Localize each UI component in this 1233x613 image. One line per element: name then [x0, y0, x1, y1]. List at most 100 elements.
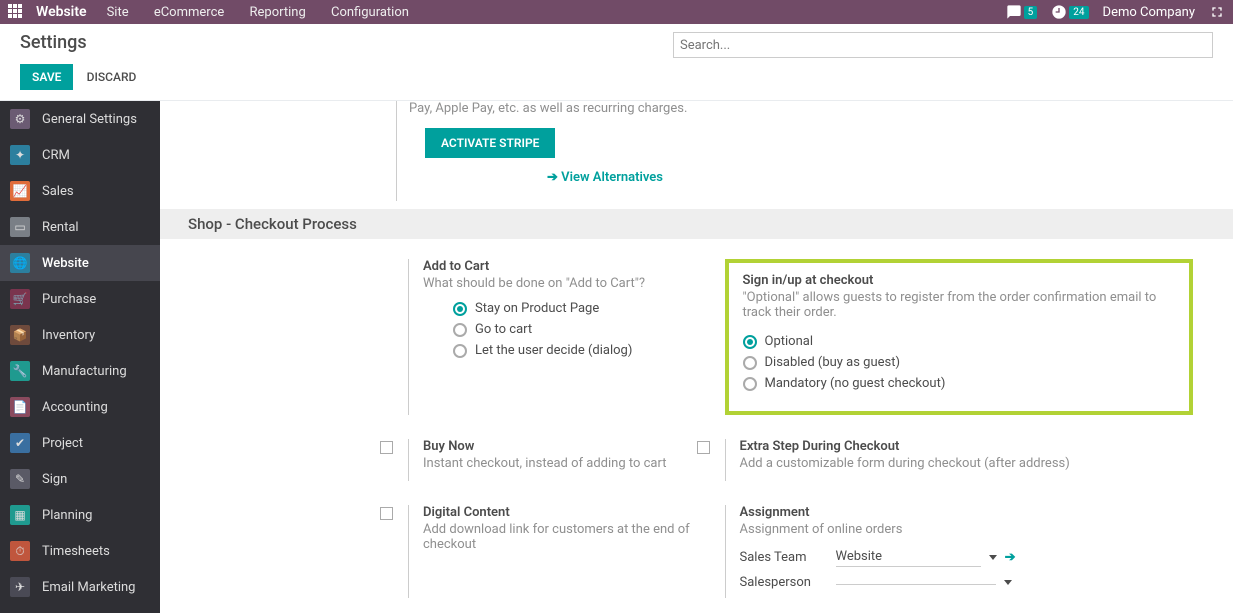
radio-stay[interactable] [453, 302, 467, 316]
chat-icon [1006, 4, 1022, 20]
sidebar-icon: ▭ [10, 217, 30, 237]
sidebar-label: Email Marketing [42, 580, 135, 595]
sales-team-label: Sales Team [740, 550, 836, 565]
activate-stripe-button[interactable]: ACTIVATE STRIPE [425, 128, 555, 158]
expand-icon[interactable] [1209, 4, 1225, 20]
sidebar-icon: 🛒 [10, 289, 30, 309]
extra-step-checkbox[interactable] [697, 441, 710, 454]
caret-down-icon [989, 555, 997, 560]
extra-step-title: Extra Step During Checkout [740, 439, 1214, 454]
sidebar-label: Inventory [42, 328, 95, 343]
save-button[interactable]: SAVE [20, 64, 73, 90]
top-menu: Site eCommerce Reporting Configuration [107, 5, 431, 20]
assignment-sub: Assignment of online orders [740, 522, 1214, 537]
signin-highlight: Sign in/up at checkout "Optional" allows… [725, 259, 1194, 415]
clock-icon [1051, 4, 1067, 20]
sidebar-label: Project [42, 436, 83, 451]
caret-down-icon [1004, 580, 1012, 585]
radio-mandatory[interactable] [743, 377, 757, 391]
add-to-cart-block: Add to Cart What should be done on "Add … [408, 259, 697, 415]
sidebar-item-planning[interactable]: ▦ Planning [0, 497, 160, 533]
sidebar-item-crm[interactable]: ✦ CRM [0, 137, 160, 173]
brand[interactable]: Website [36, 4, 87, 20]
external-link-icon[interactable]: ➔ [1005, 550, 1016, 565]
sidebar-label: Rental [42, 220, 79, 235]
add-to-cart-sub: What should be done on "Add to Cart"? [423, 276, 697, 291]
sidebar-label: Purchase [42, 292, 96, 307]
radio-optional[interactable] [743, 335, 757, 349]
sidebar-item-website[interactable]: 🌐 Website [0, 245, 160, 281]
add-to-cart-title: Add to Cart [423, 259, 697, 274]
buy-now-checkbox[interactable] [380, 441, 393, 454]
sidebar-icon: ✔ [10, 433, 30, 453]
sidebar-icon: ⏱ [10, 541, 30, 561]
extra-step-sub: Add a customizable form during checkout … [740, 456, 1214, 471]
sidebar-icon: ✎ [10, 469, 30, 489]
apps-icon[interactable] [8, 4, 24, 20]
assignment-title: Assignment [740, 505, 1214, 520]
sidebar-icon: ✦ [10, 145, 30, 165]
menu-site[interactable]: Site [107, 5, 129, 20]
topbar: Website Site eCommerce Reporting Configu… [0, 0, 1233, 24]
sidebar-item-accounting[interactable]: 📄 Accounting [0, 389, 160, 425]
digital-title: Digital Content [423, 505, 697, 520]
sidebar-item-events[interactable]: 🎪Events [0, 605, 160, 613]
sidebar-icon: ⚙ [10, 109, 30, 129]
sidebar-label: Accounting [42, 400, 108, 415]
activity-indicator[interactable]: 24 [1051, 4, 1088, 20]
radio-user-decide[interactable] [453, 344, 467, 358]
menu-configuration[interactable]: Configuration [331, 5, 409, 20]
sidebar-item-inventory[interactable]: 📦 Inventory [0, 317, 160, 353]
activity-count: 24 [1069, 6, 1088, 19]
sidebar-icon: 📈 [10, 181, 30, 201]
sidebar-icon: 🔧 [10, 361, 30, 381]
view-alternatives-link[interactable]: ➔ View Alternatives [547, 170, 663, 185]
signin-sub: "Optional" allows guests to register fro… [743, 290, 1176, 320]
menu-reporting[interactable]: Reporting [250, 5, 306, 20]
sidebar-item-manufacturing[interactable]: 🔧Manufacturing [0, 353, 160, 389]
sidebar-icon: 🌐 [10, 253, 30, 273]
sidebar-item-sales[interactable]: 📈 Sales [0, 173, 160, 209]
salesperson-label: Salesperson [740, 575, 836, 590]
sidebar-label: Sales [42, 184, 74, 199]
sidebar-label: Planning [42, 508, 92, 523]
salesperson-select[interactable] [836, 580, 996, 585]
buy-now-sub: Instant checkout, instead of adding to c… [423, 456, 697, 471]
menu-ecommerce[interactable]: eCommerce [154, 5, 224, 20]
sidebar-item-purchase[interactable]: 🛒 Purchase [0, 281, 160, 317]
sales-team-select[interactable]: Website [836, 547, 981, 567]
sidebar-item-project[interactable]: ✔ Project [0, 425, 160, 461]
radio-gotocart[interactable] [453, 323, 467, 337]
arrow-right-icon: ➔ [547, 170, 558, 185]
sidebar-label: CRM [42, 148, 70, 163]
sidebar-icon: ✈ [10, 577, 30, 597]
digital-sub: Add download link for customers at the e… [423, 522, 697, 552]
sidebar-label: Sign [42, 472, 67, 487]
section-header: Shop - Checkout Process [160, 209, 1233, 239]
sidebar-icon: 📦 [10, 325, 30, 345]
buy-now-title: Buy Now [423, 439, 697, 454]
sidebar-item-general-settings[interactable]: ⚙ General Settings [0, 101, 160, 137]
company-name[interactable]: Demo Company [1103, 5, 1195, 20]
page-title: Settings [20, 32, 87, 53]
sidebar: ⚙ General Settings ✦ CRM 📈 Sales ▭ Rental 🌐 Websi… [0, 101, 160, 613]
signin-title: Sign in/up at checkout [743, 273, 1176, 288]
content: Pay, Apple Pay, etc. as well as recurrin… [160, 101, 1233, 613]
search-input[interactable] [673, 32, 1213, 58]
sidebar-icon: ▦ [10, 505, 30, 525]
sidebar-label: General Settings [42, 112, 137, 127]
chat-indicator[interactable]: 5 [1006, 4, 1038, 20]
sidebar-item-sign[interactable]: ✎ Sign [0, 461, 160, 497]
stripe-desc-partial: Pay, Apple Pay, etc. as well as recurrin… [397, 101, 1233, 128]
sidebar-label: Timesheets [42, 544, 110, 559]
radio-disabled[interactable] [743, 356, 757, 370]
sidebar-label: Website [42, 256, 89, 271]
sidebar-item-timesheets[interactable]: ⏱ Timesheets [0, 533, 160, 569]
digital-checkbox[interactable] [380, 507, 393, 520]
header: Settings [0, 24, 1233, 58]
discard-button[interactable]: DISCARD [77, 64, 147, 90]
sidebar-item-email-marketing[interactable]: ✈ Email Marketing [0, 569, 160, 605]
sidebar-item-rental[interactable]: ▭ Rental [0, 209, 160, 245]
action-bar: SAVE DISCARD [0, 58, 1233, 101]
sidebar-icon: 📄 [10, 397, 30, 417]
